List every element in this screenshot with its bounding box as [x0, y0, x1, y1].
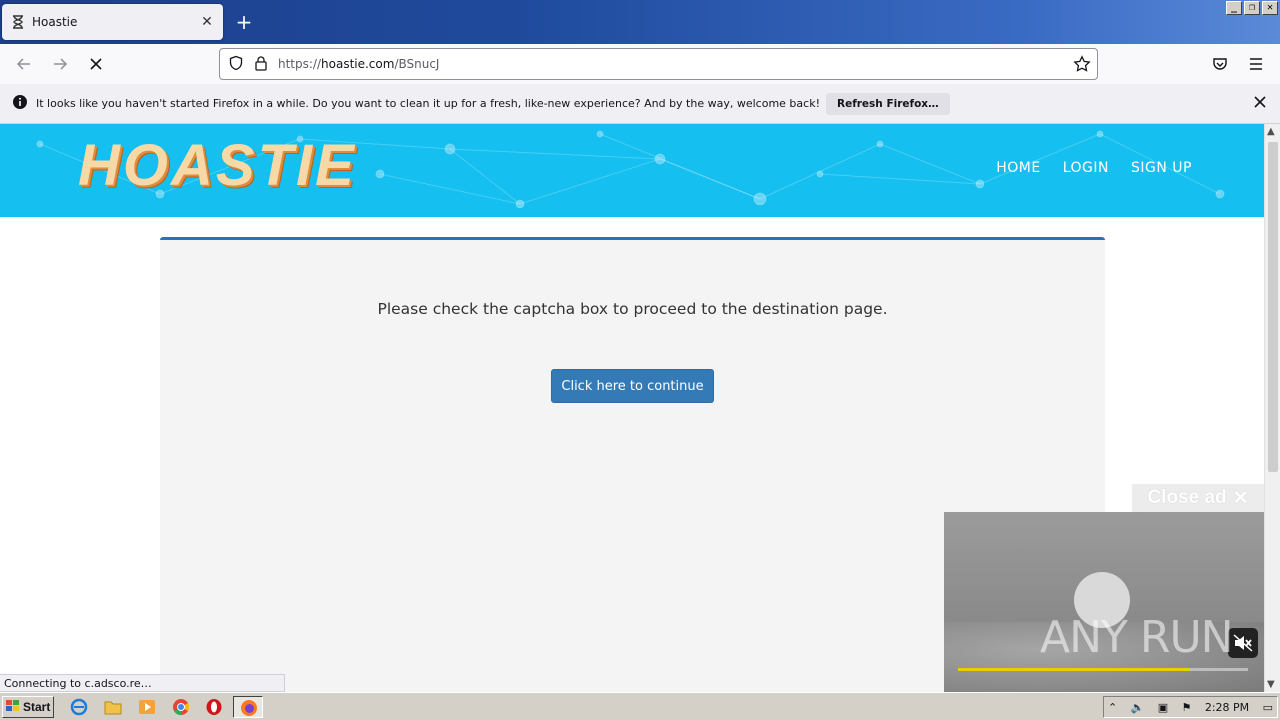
ad-video-player[interactable] [944, 512, 1264, 692]
media-player-icon[interactable] [138, 698, 156, 716]
windows-taskbar: Start ⌃ 🔈 ▣ ⚑ 2:28 PM ▭ [0, 692, 1280, 720]
minimize-button[interactable]: _ [1226, 1, 1242, 15]
anyrun-watermark: ANY RUN [1040, 612, 1234, 663]
forward-arrow-icon[interactable] [48, 52, 72, 76]
notification-message: It looks like you haven't started Firefo… [36, 97, 820, 110]
browser-tab[interactable]: Hoastie ✕ [2, 4, 223, 40]
network-icon[interactable]: ▣ [1158, 701, 1168, 714]
nav-sign-up[interactable]: SIGN UP [1131, 160, 1192, 176]
stop-loading-icon[interactable] [84, 52, 108, 76]
site-header: HOASTIE HOME LOGIN SIGN UP [0, 124, 1264, 217]
close-window-button[interactable]: ✕ [1262, 1, 1278, 15]
scroll-down-icon[interactable]: ▼ [1267, 679, 1275, 690]
firefox-icon [240, 699, 258, 720]
chrome-icon[interactable] [172, 698, 190, 716]
scroll-thumb[interactable] [1268, 142, 1278, 472]
url-path: /BSnucJ [394, 57, 440, 71]
browser-titlebar: Hoastie ✕ + _ ❐ ✕ [0, 0, 1280, 44]
close-ad-label: Close ad [1147, 487, 1227, 508]
tab-close-icon[interactable]: ✕ [199, 14, 215, 30]
nav-toolbar: https://hoastie.com/BSnucJ [0, 44, 1280, 84]
volume-icon[interactable]: 🔈 [1131, 701, 1145, 714]
url-prefix: https:// [278, 57, 322, 71]
ad-progress-fill [958, 668, 1190, 671]
ad-progress-bar [958, 668, 1248, 671]
info-icon [12, 94, 28, 113]
scroll-up-icon[interactable]: ▲ [1267, 126, 1275, 137]
window-controls: _ ❐ ✕ [1226, 1, 1278, 15]
refresh-firefox-button[interactable]: Refresh Firefox… [825, 92, 950, 115]
close-ad-button[interactable]: Close ad ✕ [1132, 484, 1264, 512]
page-scrollbar[interactable]: ▲ ▼ [1264, 124, 1280, 692]
firefox-taskbar-button[interactable] [233, 696, 263, 718]
clock[interactable]: 2:28 PM [1205, 701, 1249, 714]
opera-icon[interactable] [205, 698, 223, 716]
status-bar: Connecting to c.adsco.re… [0, 674, 285, 692]
bookmark-star-icon[interactable] [1073, 55, 1091, 76]
tray-expand-icon[interactable]: ⌃ [1108, 701, 1117, 714]
site-logo[interactable]: HOASTIE [78, 132, 357, 199]
close-ad-icon: ✕ [1232, 487, 1249, 509]
show-desktop-icon[interactable]: ▭ [1263, 701, 1273, 714]
folder-icon[interactable] [104, 698, 122, 716]
notification-close-icon[interactable] [1252, 94, 1268, 113]
start-label: Start [23, 700, 51, 714]
hamburger-menu-icon[interactable] [1244, 52, 1268, 76]
captcha-prompt: Please check the captcha box to proceed … [377, 300, 888, 318]
restore-button[interactable]: ❐ [1244, 1, 1260, 15]
windows-logo-icon [6, 699, 20, 715]
url-host: hoastie.com [321, 57, 395, 71]
url-bar[interactable]: https://hoastie.com/BSnucJ [219, 48, 1098, 80]
refresh-firefox-notification: It looks like you haven't started Firefo… [0, 84, 1280, 124]
flag-icon[interactable]: ⚑ [1182, 701, 1192, 714]
site-nav: HOME LOGIN SIGN UP [996, 160, 1192, 176]
pocket-icon[interactable] [1208, 52, 1232, 76]
new-tab-button[interactable]: + [232, 10, 256, 34]
nav-home[interactable]: HOME [996, 160, 1040, 176]
continue-button[interactable]: Click here to continue [551, 369, 714, 403]
back-arrow-icon[interactable] [12, 52, 36, 76]
url-text[interactable]: https://hoastie.com/BSnucJ [278, 57, 439, 71]
tracking-shield-icon[interactable] [228, 55, 244, 74]
hourglass-icon [10, 14, 26, 30]
start-button[interactable]: Start [2, 696, 54, 718]
system-tray: ⌃ 🔈 ▣ ⚑ 2:28 PM ▭ [1103, 696, 1278, 718]
tab-title: Hoastie [32, 15, 78, 29]
ie-icon[interactable] [70, 698, 88, 716]
lock-icon[interactable] [254, 55, 268, 74]
nav-login[interactable]: LOGIN [1063, 160, 1109, 176]
